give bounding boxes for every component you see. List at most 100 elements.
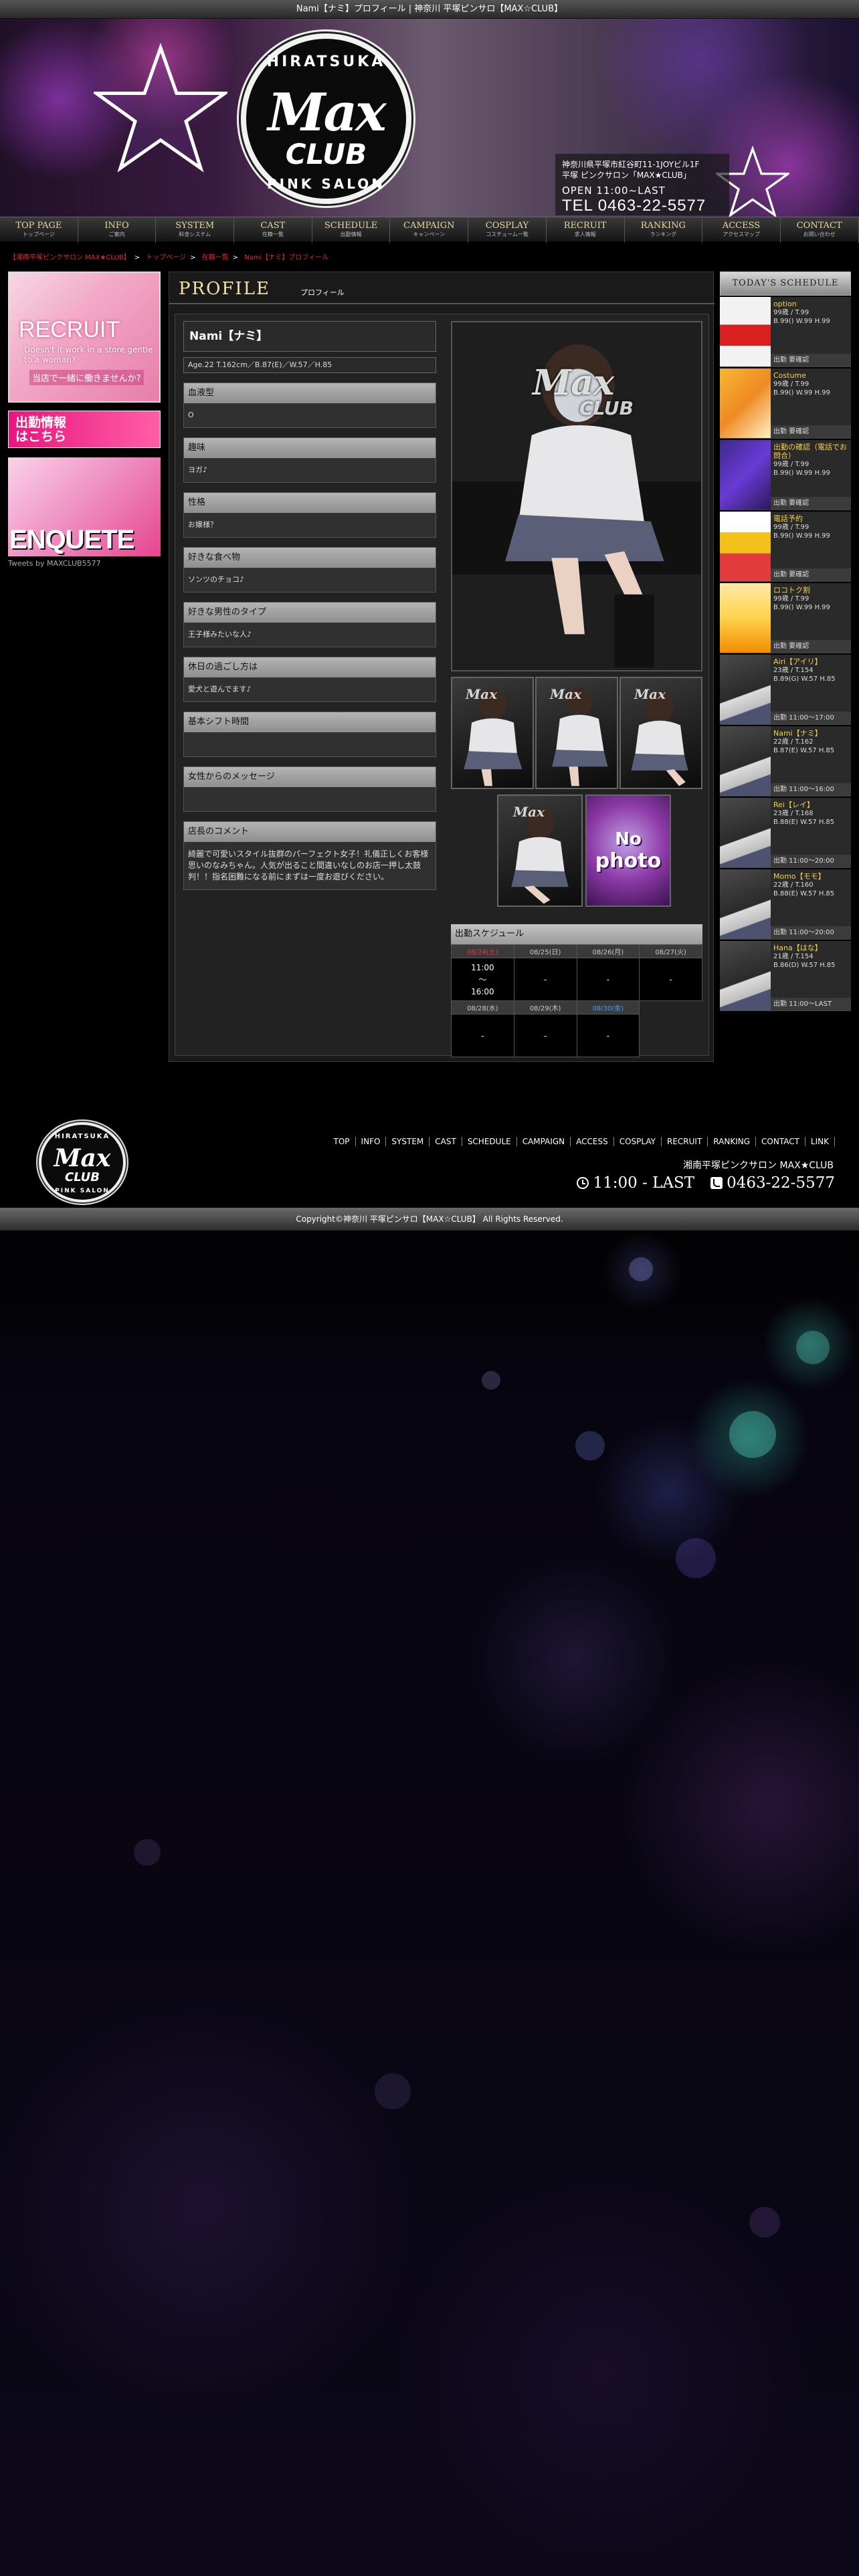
today-schedule-name[interactable]: Hana【はな】: [773, 944, 848, 952]
today-schedule-body: B.86(D) W.57 H.85: [773, 962, 836, 969]
today-schedule-entry[interactable]: Hana【はな】 21歳 / T.154 B.86(D) W.57 H.85 出勤 1…: [720, 941, 851, 1011]
breadcrumb-current: Nami【ナミ】プロフィール: [244, 254, 329, 261]
footer-hours: 11:00 - LAST: [593, 1174, 695, 1192]
copyright-bar: Copyright©神奈川 平塚ピンサロ【MAX☆CLUB】 All Right…: [0, 1208, 859, 1230]
today-schedule-name[interactable]: Momo【モモ】: [773, 872, 848, 881]
nav-item-system[interactable]: SYSTEM 料金システム: [156, 217, 235, 243]
today-schedule-name[interactable]: 電話予約: [773, 514, 848, 523]
today-schedule-name[interactable]: Rei【レイ】: [773, 800, 848, 809]
nav-item-recruit[interactable]: RECRUIT 求人情報: [547, 217, 625, 243]
today-schedule-thumbnail[interactable]: [720, 941, 771, 1010]
today-schedule-entry[interactable]: 電話予約 99歳 / T.99 B.99() W.99 H.99 出勤 要確認: [720, 512, 851, 582]
nav-item-cosplay[interactable]: COSPLAY コスチューム一覧: [468, 217, 547, 243]
today-schedule-name[interactable]: Airi【アイリ】: [773, 657, 848, 666]
today-schedule-thumbnail[interactable]: [720, 440, 771, 510]
nav-item-contact[interactable]: CONTACT お問い合わせ: [781, 217, 859, 243]
today-schedule-entry[interactable]: Momo【モモ】 22歳 / T.160 B.88(E) W.57 H.85 出勤 1…: [720, 869, 851, 940]
today-schedule-entry[interactable]: Costume 99歳 / T.99 B.99() W.99 H.99 出勤 要確認: [720, 368, 851, 439]
nav-label: ACCESS: [722, 221, 761, 231]
schedule-table: 08/24(土) 08/25(日) 08/26(月) 08/27(火) 11:0…: [451, 944, 702, 1057]
today-schedule-body: B.89(G) W.57 H.85: [773, 675, 836, 683]
breadcrumb-top-link[interactable]: トップページ: [146, 254, 186, 261]
today-schedule-entry[interactable]: Airi【アイリ】 23歳 / T.154 B.89(G) W.57 H.85 出勤 …: [720, 655, 851, 725]
photo-thumbnail[interactable]: Max: [497, 794, 583, 907]
twitter-timeline-link[interactable]: Tweets by MAXCLUB5577: [8, 559, 161, 568]
nav-item-cast[interactable]: CAST 在籍一覧: [234, 217, 312, 243]
today-schedule-name[interactable]: 出勤の確認（電話でお問合）: [773, 443, 848, 460]
nav-sublabel: 料金システム: [179, 231, 211, 237]
footer-phone[interactable]: 0463-22-5577: [727, 1174, 835, 1192]
footer-link-access[interactable]: ACCESS: [570, 1137, 613, 1146]
today-schedule-thumbnail[interactable]: [720, 726, 771, 796]
nav-item-info[interactable]: INFO ご案内: [78, 217, 157, 243]
schedule-time: -: [639, 958, 702, 1001]
today-schedule-info: option 99歳 / T.99 B.99() W.99 H.99 出勤 要確認: [771, 297, 851, 366]
today-schedule-thumbnail[interactable]: [720, 869, 771, 939]
today-schedule-thumbnail[interactable]: [720, 297, 771, 366]
footer-logo[interactable]: HIRATSUKA Max CLUB PINK SALON: [39, 1122, 126, 1202]
cast-main-photo[interactable]: Max CLUB: [451, 321, 702, 671]
footer-link-recruit[interactable]: RECRUIT: [660, 1137, 707, 1146]
profile-field-manager-comment: 店長のコメント 綺麗で可愛いスタイル抜群のパーフェクト女子！礼儀正しくお客様思いの…: [183, 821, 436, 890]
today-schedule-entry[interactable]: Nami【ナミ】 22歳 / T.162 B.87(E) W.57 H.85 出勤 1…: [720, 726, 851, 796]
today-schedule-thumbnail[interactable]: [720, 798, 771, 867]
photo-thumbnails-row-2: Max No photo: [497, 794, 671, 907]
today-schedule-thumbnail[interactable]: [720, 655, 771, 724]
enquete-banner[interactable]: ENQUETE: [8, 457, 161, 556]
nav-item-access[interactable]: ACCESS アクセスマップ: [702, 217, 781, 243]
footer-link-ranking[interactable]: RANKING: [707, 1137, 755, 1146]
breadcrumb-home-link[interactable]: 【湘南平塚ピンクサロン MAX★CLUB】: [9, 254, 130, 261]
field-value: [184, 732, 436, 756]
footer-link-link[interactable]: LINK: [804, 1137, 835, 1146]
breadcrumb-list-link[interactable]: 在籍一覧: [202, 254, 229, 261]
photo-thumbnail[interactable]: Max: [451, 677, 534, 789]
footer-link-contact[interactable]: CONTACT: [755, 1137, 805, 1146]
footer-link-cast[interactable]: CAST: [429, 1137, 462, 1146]
today-schedule-body: B.99() W.99 H.99: [773, 532, 830, 540]
today-schedule-entry[interactable]: Rei【レイ】 23歳 / T.168 B.88(E) W.57 H.85 出勤 11…: [720, 798, 851, 868]
today-schedule-entry[interactable]: 出勤の確認（電話でお問合） 99歳 / T.99 B.99() W.99 H.99 出…: [720, 440, 851, 510]
footer-link-system[interactable]: SYSTEM: [385, 1137, 429, 1146]
schedule-date: 08/25(日): [513, 944, 577, 958]
today-schedule-thumbnail[interactable]: [720, 368, 771, 438]
today-schedule-time: 出勤 11:00～20:00: [771, 926, 851, 939]
today-schedule-time: 出勤 11:00～20:00: [771, 855, 851, 867]
today-schedule-age: 22歳 / T.162: [773, 738, 814, 746]
thumbnail-watermark: Max: [634, 686, 666, 702]
today-schedule-name[interactable]: option: [773, 300, 848, 308]
nav-item-schedule[interactable]: SCHEDULE 出勤情報: [312, 217, 391, 243]
today-schedule-name[interactable]: Nami【ナミ】: [773, 729, 848, 738]
shop-phone[interactable]: TEL 0463-22-5577: [562, 197, 723, 215]
nav-label: RANKING: [640, 221, 686, 231]
photo-thumbnail[interactable]: Max: [535, 677, 618, 789]
today-schedule-name[interactable]: Costume: [773, 371, 848, 380]
today-schedule-thumbnail[interactable]: [720, 512, 771, 581]
today-schedule-time: 出勤 要確認: [771, 425, 851, 438]
nav-sublabel: 求人情報: [574, 231, 596, 237]
field-value: 綺麗で可愛いスタイル抜群のパーフェクト女子！礼儀正しくお客様思いのなみちゃん。人…: [184, 842, 436, 889]
today-schedule-name[interactable]: ロコトク割: [773, 586, 848, 595]
recruit-banner[interactable]: RECRUIT Doesn't it work in a store gentl…: [8, 272, 161, 403]
nav-item-top-page[interactable]: TOP PAGE トップページ: [0, 217, 78, 243]
nav-sublabel: ランキング: [650, 231, 677, 237]
site-logo[interactable]: HIRATSUKA Max CLUB PINK SALON: [241, 33, 411, 204]
today-schedule-info: Hana【はな】 21歳 / T.154 B.86(D) W.57 H.85 出勤 1…: [771, 941, 851, 1010]
nav-item-campaign[interactable]: CAMPAIGN キャンペーン: [390, 217, 469, 243]
photo-thumbnail[interactable]: Max: [619, 677, 702, 789]
footer-link-top[interactable]: TOP: [328, 1137, 355, 1146]
nav-label: CAST: [260, 221, 286, 231]
shop-hours: OPEN 11:00~LAST: [562, 185, 666, 197]
today-schedule-age: 99歳 / T.99: [773, 595, 809, 603]
photo-thumbnails-row-1: Max Max Max: [451, 677, 702, 789]
today-schedule-entry[interactable]: ロコトク割 99歳 / T.99 B.99() W.99 H.99 出勤 要確認: [720, 583, 851, 653]
attendance-banner[interactable]: 出勤情報 はこちら: [8, 411, 161, 448]
footer-link-cosplay[interactable]: COSPLAY: [613, 1137, 661, 1146]
nav-item-ranking[interactable]: RANKING ランキング: [625, 217, 703, 243]
today-schedule-thumbnail[interactable]: [720, 583, 771, 653]
profile-field-personality: 性格 お嬢様？: [183, 492, 436, 538]
footer-link-schedule[interactable]: SCHEDULE: [461, 1137, 516, 1146]
today-schedule-entry[interactable]: option 99歳 / T.99 B.99() W.99 H.99 出勤 要確認: [720, 297, 851, 367]
footer-link-campaign[interactable]: CAMPAIGN: [516, 1137, 570, 1146]
today-schedule-body: B.99() W.99 H.99: [773, 604, 830, 611]
footer-link-info[interactable]: INFO: [355, 1137, 386, 1146]
